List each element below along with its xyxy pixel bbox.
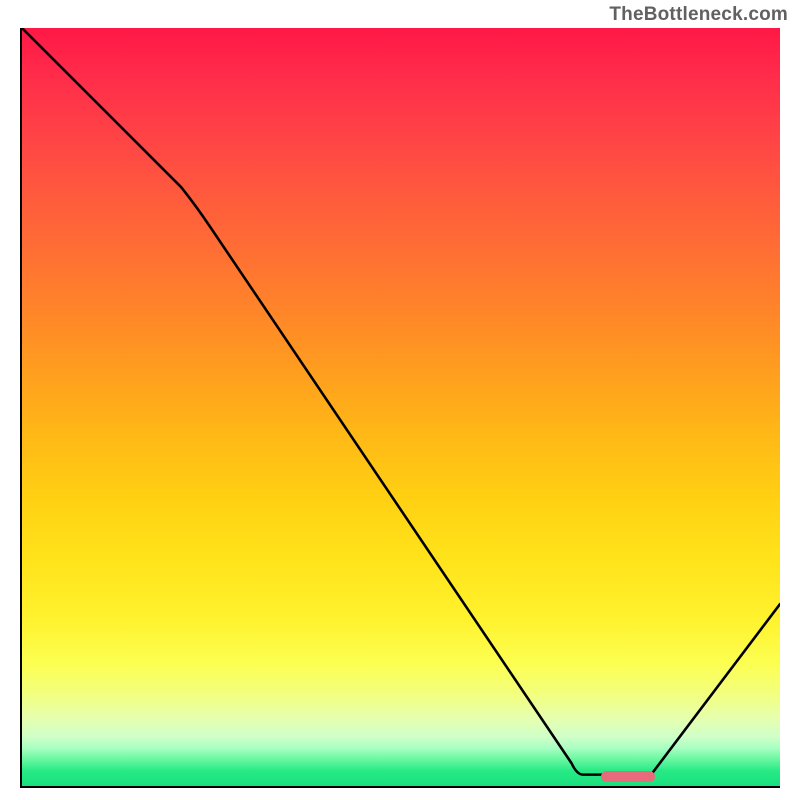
plot-area bbox=[20, 28, 780, 788]
chart-svg bbox=[22, 28, 780, 786]
curve-path bbox=[22, 28, 780, 775]
attribution-text: TheBottleneck.com bbox=[609, 4, 788, 26]
optimum-marker bbox=[601, 771, 654, 782]
